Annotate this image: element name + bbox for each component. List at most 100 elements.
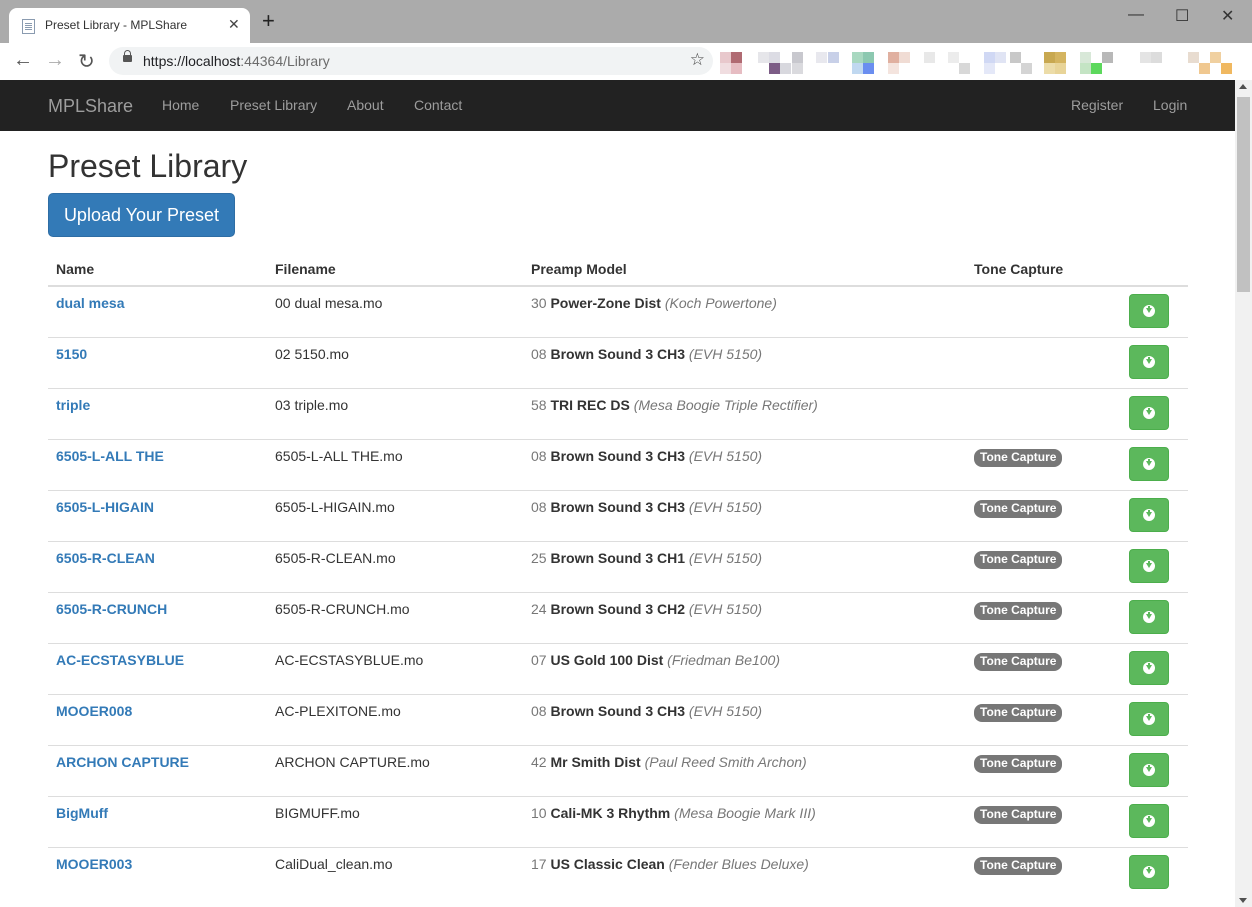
column-header-name: Name	[48, 253, 267, 287]
nav-link-about[interactable]: About	[347, 97, 384, 113]
preamp-model-name: Brown Sound 3 CH1	[550, 550, 686, 566]
download-button[interactable]	[1129, 548, 1169, 583]
table-row: 6505-R-CLEAN 6505-R-CLEAN.mo 25 Brown Soun…	[48, 541, 1188, 593]
nav-link-preset-library[interactable]: Preset Library	[230, 97, 317, 113]
amp-name: (Mesa Boogie Triple Rectifier)	[633, 397, 818, 413]
extension-icons	[720, 52, 1240, 76]
maximize-icon[interactable]: ☐	[1175, 6, 1189, 26]
preset-name-link[interactable]: MOOER008	[56, 703, 132, 719]
preset-name-link[interactable]: dual mesa	[56, 295, 124, 311]
preset-name-cell: 6505-R-CLEAN	[48, 541, 267, 593]
filename-cell: 6505-R-CRUNCH.mo	[267, 592, 523, 644]
preamp-model-name: Mr Smith Dist	[550, 754, 641, 770]
preset-name-link[interactable]: 6505-R-CRUNCH	[56, 601, 167, 617]
preset-name-cell: 6505-L-ALL THE	[48, 439, 267, 491]
preset-name-link[interactable]: 6505-L-HIGAIN	[56, 499, 154, 515]
scroll-down-icon[interactable]	[1239, 898, 1247, 903]
preamp-number: 08	[531, 448, 547, 464]
preamp-model-cell: 08 Brown Sound 3 CH3 (EVH 5150)	[523, 694, 966, 746]
download-cell	[1120, 490, 1188, 542]
preset-name-cell: 6505-R-CRUNCH	[48, 592, 267, 644]
url-text: https://localhost:44364/Library	[143, 53, 330, 69]
preset-table-body: dual mesa 00 dual mesa.mo 30 Power-Zone Di…	[48, 286, 1188, 898]
download-icon	[1143, 559, 1155, 572]
forward-icon[interactable]: →	[45, 49, 65, 72]
scroll-thumb[interactable]	[1237, 97, 1250, 292]
download-button[interactable]	[1129, 497, 1169, 532]
address-bar[interactable]: https://localhost:44364/Library ☆	[109, 47, 713, 75]
preamp-model-name: Brown Sound 3 CH3	[550, 346, 686, 362]
download-icon	[1143, 457, 1155, 470]
download-cell	[1120, 796, 1188, 848]
download-button[interactable]	[1129, 599, 1169, 634]
filename-cell: BIGMUFF.mo	[267, 796, 523, 848]
download-button[interactable]	[1129, 752, 1169, 787]
preamp-model-cell: 07 US Gold 100 Dist (Friedman Be100)	[523, 643, 966, 695]
download-button[interactable]	[1129, 446, 1169, 481]
preset-name-cell: MOOER003	[48, 847, 267, 898]
tone-capture-badge: Tone Capture	[974, 857, 1063, 875]
tone-capture-cell	[966, 388, 1120, 440]
nav-link-register[interactable]: Register	[1071, 97, 1123, 113]
amp-name: (Paul Reed Smith Archon)	[644, 754, 807, 770]
page-scrollbar[interactable]	[1235, 80, 1252, 907]
filename-cell: CaliDual_clean.mo	[267, 847, 523, 898]
preset-name-cell: MOOER008	[48, 694, 267, 746]
amp-name: (Koch Powertone)	[664, 295, 777, 311]
nav-link-login[interactable]: Login	[1153, 97, 1187, 113]
amp-name: (EVH 5150)	[688, 448, 763, 464]
download-icon	[1143, 406, 1155, 419]
preamp-model-cell: 08 Brown Sound 3 CH3 (EVH 5150)	[523, 490, 966, 542]
tone-capture-cell: Tone Capture	[966, 541, 1120, 593]
table-row: BigMuff BIGMUFF.mo 10 Cali-MK 3 Rhythm (Me…	[48, 796, 1188, 848]
nav-link-home[interactable]: Home	[162, 97, 199, 113]
table-row: AC-ECSTASYBLUE AC-ECSTASYBLUE.mo 07 US Gol…	[48, 643, 1188, 695]
preset-name-cell: 5150	[48, 337, 267, 389]
browser-titlebar: Preset Library - MPLShare ✕ + — ☐ ✕	[0, 0, 1252, 43]
download-button[interactable]	[1129, 650, 1169, 685]
preamp-model-cell: 17 US Classic Clean (Fender Blues Deluxe…	[523, 847, 966, 898]
download-cell	[1120, 643, 1188, 695]
download-button[interactable]	[1129, 854, 1169, 889]
brand-link[interactable]: MPLShare	[48, 96, 133, 117]
download-button[interactable]	[1129, 395, 1169, 430]
bookmark-star-icon[interactable]: ☆	[690, 50, 705, 70]
preamp-model-name: Brown Sound 3 CH2	[550, 601, 686, 617]
preset-name-link[interactable]: MOOER003	[56, 856, 132, 872]
download-button[interactable]	[1129, 701, 1169, 736]
preset-name-link[interactable]: 6505-R-CLEAN	[56, 550, 155, 566]
tone-capture-badge: Tone Capture	[974, 449, 1063, 467]
upload-preset-button[interactable]: Upload Your Preset	[48, 193, 235, 237]
column-header-tone-capture: Tone Capture	[966, 253, 1120, 287]
tone-capture-badge: Tone Capture	[974, 806, 1063, 824]
filename-cell: 6505-L-HIGAIN.mo	[267, 490, 523, 542]
back-icon[interactable]: ←	[13, 49, 33, 72]
tone-capture-cell	[966, 337, 1120, 389]
preamp-model-cell: 24 Brown Sound 3 CH2 (EVH 5150)	[523, 592, 966, 644]
download-button[interactable]	[1129, 803, 1169, 838]
column-header-preamp-model: Preamp Model	[523, 253, 966, 287]
preset-name-link[interactable]: AC-ECSTASYBLUE	[56, 652, 184, 668]
filename-cell: 6505-L-ALL THE.mo	[267, 439, 523, 491]
preset-name-link[interactable]: triple	[56, 397, 90, 413]
new-tab-button[interactable]: +	[262, 10, 275, 32]
close-tab-icon[interactable]: ✕	[228, 16, 240, 33]
download-button[interactable]	[1129, 344, 1169, 379]
download-icon	[1143, 508, 1155, 521]
scroll-up-icon[interactable]	[1239, 84, 1247, 89]
download-cell	[1120, 388, 1188, 440]
preamp-number: 08	[531, 499, 547, 515]
minimize-icon[interactable]: —	[1128, 6, 1144, 24]
preset-name-link[interactable]: BigMuff	[56, 805, 108, 821]
download-button[interactable]	[1129, 293, 1169, 328]
preamp-model-name: Cali-MK 3 Rhythm	[550, 805, 671, 821]
preset-name-link[interactable]: ARCHON CAPTURE	[56, 754, 189, 770]
preset-name-link[interactable]: 5150	[56, 346, 87, 362]
nav-link-contact[interactable]: Contact	[414, 97, 462, 113]
download-cell	[1120, 286, 1188, 338]
reload-icon[interactable]: ↻	[78, 49, 95, 74]
browser-tab[interactable]: Preset Library - MPLShare ✕	[9, 8, 250, 43]
download-icon	[1143, 763, 1155, 776]
window-close-icon[interactable]: ✕	[1221, 6, 1234, 26]
preset-name-link[interactable]: 6505-L-ALL THE	[56, 448, 164, 464]
